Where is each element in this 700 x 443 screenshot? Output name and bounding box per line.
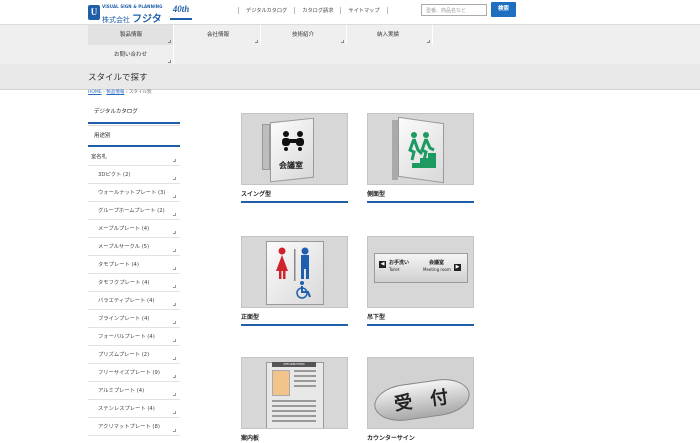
sign-right-top: 会議室 — [429, 260, 445, 266]
sidebar-item[interactable]: フォーバルプレート (4) — [88, 328, 180, 346]
product-card-directory[interactable]: INFORMATION 案内板 — [241, 357, 348, 443]
sidebar-item[interactable]: タモプレート (4) — [88, 256, 180, 274]
product-card-counter[interactable]: 受 付 カウンターサイン — [367, 357, 474, 443]
nav-company[interactable]: 会社情報 — [174, 25, 261, 45]
sidebar: デジタルカタログ 用途別 室名札 3Dピクト (2) ウォールナットプレート (… — [88, 102, 180, 443]
sidebar-by-use[interactable]: 用途別 — [88, 125, 180, 147]
sidebar-item[interactable]: ウォールナットプレート (3) — [88, 184, 180, 202]
card-underline — [367, 324, 474, 326]
nav-delivery-record[interactable]: 納入実績 — [347, 25, 433, 45]
product-label: カウンターサイン — [367, 435, 415, 442]
site-header: U VISUAL SIGN & PLANNING 株式会社 フジタ 40th デジ… — [0, 0, 700, 25]
nav-products[interactable]: 製品情報 — [88, 25, 174, 45]
sidebar-item[interactable]: フリーサイズプレート (9) — [88, 364, 180, 382]
card-underline — [241, 201, 348, 203]
page-title: スタイルで探す — [88, 73, 148, 83]
product-image-front — [241, 236, 348, 308]
search-input[interactable]: 型番、商品名など — [421, 4, 487, 16]
logo-mark-icon: U — [88, 5, 100, 20]
product-image-swing: 会議室 — [241, 113, 348, 185]
top-links: デジタルカタログ カタログ請求 サイトマップ — [238, 7, 388, 14]
sign-text: 会議室 — [279, 161, 303, 170]
product-label: スイング型 — [241, 191, 272, 198]
sidebar-category-room-plates[interactable]: 室名札 — [88, 148, 180, 166]
breadcrumb-current: スタイル別 — [129, 90, 152, 95]
product-label: 側面型 — [367, 191, 386, 198]
sign-left-top: お手洗い — [389, 260, 410, 266]
link-catalog-request[interactable]: カタログ請求 — [294, 7, 340, 14]
product-image-side — [367, 113, 474, 185]
breadcrumb-home[interactable]: HOME — [88, 90, 102, 95]
search-button[interactable]: 検索 — [491, 2, 516, 17]
product-label: 吊下型 — [367, 314, 386, 321]
sidebar-item[interactable]: ステンレスプレート (4) — [88, 400, 180, 418]
product-card-hanging[interactable]: ◀ お手洗い Toilet 会議室 Meeting room ▶ 吊下型 — [367, 236, 474, 326]
nav-technology[interactable]: 技術紹介 — [261, 25, 347, 45]
card-underline — [241, 324, 348, 326]
link-sitemap[interactable]: サイトマップ — [340, 7, 388, 14]
directory-header: INFORMATION — [272, 362, 316, 367]
sidebar-item[interactable]: タモフクプレート (4) — [88, 274, 180, 292]
nav-contact[interactable]: お問い合わせ — [88, 45, 174, 65]
anniversary-badge: 40th — [170, 4, 192, 20]
product-label: 案内板 — [241, 435, 260, 442]
sidebar-item[interactable]: 3Dピクト (2) — [88, 166, 180, 184]
main-nav: 製品情報 会社情報 技術紹介 納入実績 お問い合わせ — [0, 24, 700, 65]
sidebar-item[interactable]: アクリマットプレート (8) — [88, 418, 180, 436]
restroom-pictogram-icon — [276, 247, 311, 299]
page-title-bar: スタイルで探す — [0, 64, 700, 90]
product-image-directory: INFORMATION — [241, 357, 348, 429]
product-card-front[interactable]: 正面型 — [241, 236, 348, 326]
meeting-pictogram-icon — [282, 131, 304, 151]
product-label: 正面型 — [241, 314, 260, 321]
sign-right-bottom: Meeting room — [423, 267, 451, 272]
floor-map — [272, 370, 290, 396]
sidebar-item[interactable]: バラエティプレート (4) — [88, 292, 180, 310]
breadcrumb: HOME › 製品情報 › スタイル別 — [88, 89, 152, 95]
stairs-pictogram-icon — [404, 132, 436, 168]
sidebar-digital-catalog[interactable]: デジタルカタログ — [88, 102, 180, 124]
link-digital-catalog[interactable]: デジタルカタログ — [238, 7, 294, 14]
product-image-counter: 受 付 — [367, 357, 474, 429]
product-card-swing[interactable]: 会議室 スイング型 — [241, 113, 348, 203]
sidebar-item[interactable]: プリズムプレート (2) — [88, 346, 180, 364]
arrow-left-icon: ◀ — [379, 261, 386, 268]
arrow-right-icon: ▶ — [454, 264, 461, 271]
sidebar-item[interactable]: メープルプレート (4) — [88, 220, 180, 238]
logo-tagline: VISUAL SIGN & PLANNING — [102, 4, 163, 9]
card-underline — [367, 201, 474, 203]
product-card-side[interactable]: 側面型 — [367, 113, 474, 203]
company-logo[interactable]: U VISUAL SIGN & PLANNING 株式会社 フジタ 40th — [88, 4, 192, 25]
product-image-hanging: ◀ お手洗い Toilet 会議室 Meeting room ▶ — [367, 236, 474, 308]
sidebar-item[interactable]: ブラインプレート (4) — [88, 310, 180, 328]
sidebar-item[interactable]: メープルサークル (5) — [88, 238, 180, 256]
sidebar-item[interactable]: アルミプレート (4) — [88, 382, 180, 400]
logo-company-name: 株式会社 フジタ — [102, 14, 162, 25]
breadcrumb-products[interactable]: 製品情報 — [106, 90, 124, 95]
sidebar-item[interactable]: グループホームプレート (2) — [88, 202, 180, 220]
sign-left-bottom: Toilet — [389, 267, 400, 272]
